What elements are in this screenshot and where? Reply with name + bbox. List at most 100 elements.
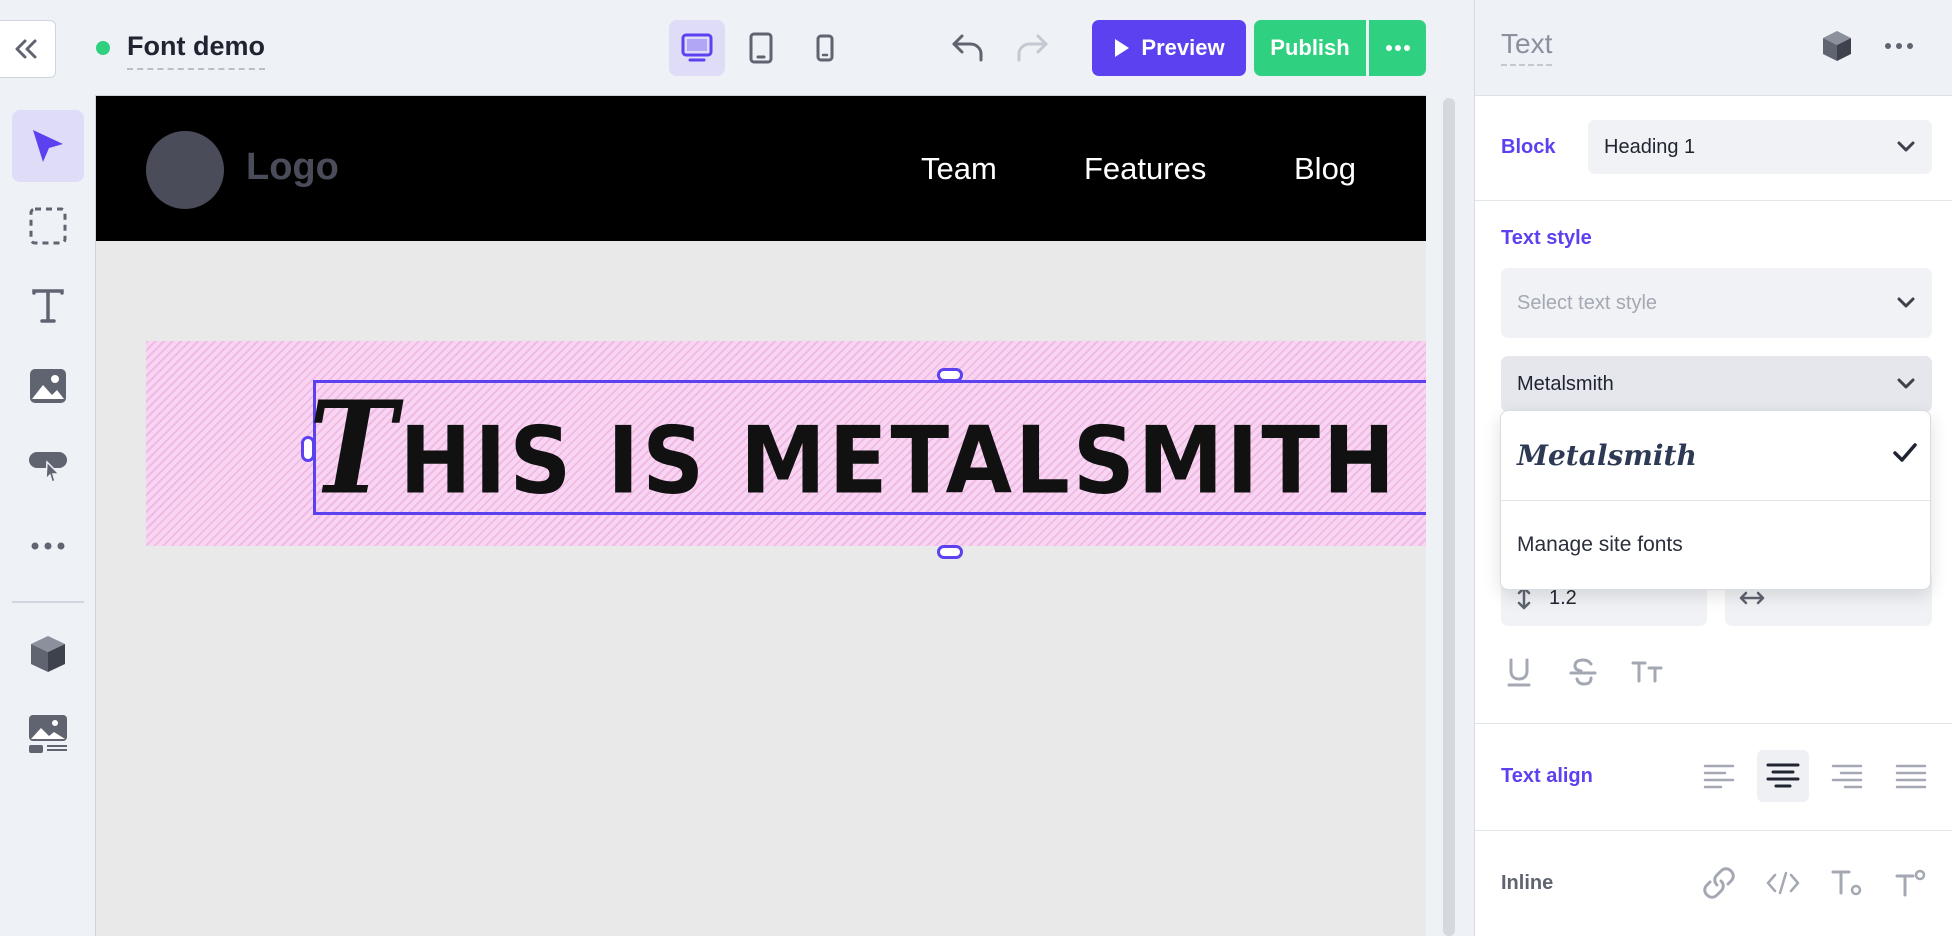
- font-select[interactable]: Metalsmith: [1501, 356, 1932, 412]
- more-icon: [31, 542, 65, 550]
- align-center-button[interactable]: [1757, 750, 1809, 802]
- logo-mark: [146, 131, 224, 209]
- subscript-button[interactable]: [1821, 857, 1873, 909]
- site-title[interactable]: Font demo: [127, 30, 265, 70]
- publish-button[interactable]: Publish: [1254, 20, 1366, 76]
- logo-text[interactable]: Logo: [246, 146, 339, 189]
- panel-more-button[interactable]: [1881, 38, 1917, 54]
- select-area-tool[interactable]: [12, 190, 84, 262]
- align-right-icon: [1831, 764, 1863, 789]
- image-icon: [30, 369, 66, 403]
- text-icon: [32, 289, 64, 323]
- button-tool[interactable]: [12, 430, 84, 502]
- text-tool[interactable]: [12, 270, 84, 342]
- collapse-sidebar-button[interactable]: [0, 20, 56, 78]
- publish-options-button[interactable]: [1369, 20, 1426, 76]
- status-dot: [96, 41, 110, 55]
- heading-text[interactable]: THIS IS METALSMITH: [309, 372, 1398, 522]
- strikethrough-icon: [1569, 658, 1597, 686]
- pointer-tool[interactable]: [12, 110, 84, 182]
- redo-button[interactable]: [1010, 26, 1054, 70]
- chevron-down-icon: [1897, 141, 1915, 152]
- text-align-label: Text align: [1501, 765, 1593, 787]
- mobile-icon: [816, 34, 834, 62]
- component-tool[interactable]: [12, 618, 84, 690]
- more-horizontal-icon: [1385, 45, 1410, 51]
- toolbar-divider: [12, 601, 84, 603]
- heading-rest: HIS IS METALSMITH: [399, 407, 1398, 515]
- align-left-button[interactable]: [1693, 750, 1745, 802]
- component-button[interactable]: [1819, 28, 1855, 64]
- align-right-button[interactable]: [1821, 750, 1873, 802]
- link-icon: [1703, 867, 1735, 899]
- text-style-placeholder: Select text style: [1517, 291, 1658, 314]
- mobile-view-button[interactable]: [797, 20, 853, 76]
- undo-button[interactable]: [946, 26, 990, 70]
- desktop-icon: [681, 33, 713, 62]
- canvas-scrollbar[interactable]: [1443, 98, 1455, 936]
- subscript-icon: [1831, 870, 1862, 896]
- resize-handle-top[interactable]: [937, 368, 963, 382]
- uppercase-button[interactable]: [1621, 646, 1673, 698]
- component-icon: [31, 636, 65, 672]
- select-area-icon: [29, 207, 67, 245]
- letter-spacing-icon: [1739, 591, 1765, 605]
- align-justify-button[interactable]: [1885, 750, 1937, 802]
- undo-icon: [952, 34, 983, 62]
- underline-icon: [1507, 658, 1531, 687]
- superscript-button[interactable]: [1885, 857, 1937, 909]
- link-button[interactable]: [1693, 857, 1745, 909]
- checkmark-icon: [1893, 443, 1917, 462]
- block-select[interactable]: Heading 1: [1588, 120, 1932, 174]
- text-style-select[interactable]: Select text style: [1501, 268, 1932, 338]
- uppercase-icon: [1631, 661, 1663, 683]
- nav-link-features[interactable]: Features: [1084, 151, 1206, 187]
- tablet-view-button[interactable]: [733, 20, 789, 76]
- resize-handle-left[interactable]: [301, 436, 315, 462]
- font-option-label: Metalsmith: [1517, 439, 1697, 472]
- selected-heading[interactable]: THIS IS METALSMITH: [309, 372, 1426, 523]
- play-icon: [1115, 39, 1130, 57]
- strikethrough-button[interactable]: [1557, 646, 1609, 698]
- pointer-icon: [33, 130, 63, 162]
- font-dropdown-menu: Metalsmith Manage site fonts: [1500, 410, 1932, 590]
- section-divider: [1475, 723, 1952, 724]
- manage-site-fonts-link[interactable]: Manage site fonts: [1517, 533, 1683, 557]
- top-bar: Font demo Preview Publish: [0, 0, 1475, 96]
- block-label: Block: [1501, 136, 1556, 158]
- heading-initial: T: [308, 372, 400, 523]
- align-left-icon: [1703, 764, 1735, 789]
- chevron-down-icon: [1897, 378, 1915, 389]
- component-icon: [1823, 31, 1851, 61]
- page-canvas[interactable]: Logo Team Features Blog THIS IS METALSMI…: [95, 95, 1426, 936]
- section-divider: [1475, 200, 1952, 201]
- section-divider: [1475, 830, 1952, 831]
- resize-handle-bottom[interactable]: [937, 545, 963, 559]
- nav-link-team[interactable]: Team: [921, 151, 997, 187]
- preview-button[interactable]: Preview: [1092, 20, 1246, 76]
- superscript-icon: [1895, 869, 1926, 897]
- code-icon: [1766, 871, 1800, 895]
- desktop-view-button[interactable]: [669, 20, 725, 76]
- double-chevron-left-icon: [15, 39, 37, 59]
- button-icon: [29, 452, 67, 483]
- redo-icon: [1017, 34, 1048, 62]
- panel-title[interactable]: Text: [1501, 28, 1553, 66]
- align-center-icon: [1766, 763, 1800, 788]
- publish-label: Publish: [1270, 35, 1350, 60]
- chevron-down-icon: [1897, 297, 1915, 308]
- text-style-label: Text style: [1501, 227, 1592, 249]
- left-toolbar: [0, 96, 96, 936]
- code-button[interactable]: [1757, 857, 1809, 909]
- block-value: Heading 1: [1604, 135, 1696, 158]
- image-tool[interactable]: [12, 350, 84, 422]
- nav-link-blog[interactable]: Blog: [1294, 151, 1356, 187]
- underline-button[interactable]: [1493, 646, 1545, 698]
- site-navbar[interactable]: Logo Team Features Blog: [96, 96, 1426, 241]
- panel-header: Text: [1475, 0, 1952, 96]
- media-text-tool[interactable]: [12, 698, 84, 770]
- more-tools-button[interactable]: [12, 510, 84, 582]
- font-option-metalsmith[interactable]: Metalsmith: [1501, 411, 1932, 500]
- inline-label: Inline: [1501, 872, 1554, 894]
- dropdown-divider: [1501, 500, 1932, 501]
